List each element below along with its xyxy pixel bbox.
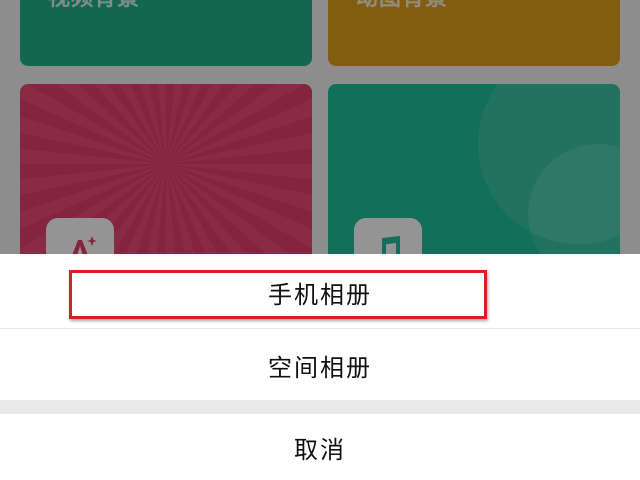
action-sheet: 手机相册 空间相册 取消	[0, 254, 640, 480]
space-album-label: 空间相册	[268, 353, 372, 382]
sheet-separator	[0, 400, 640, 414]
phone-album-option[interactable]: 手机相册	[0, 256, 640, 328]
cancel-label: 取消	[294, 435, 346, 464]
phone-album-label: 手机相册	[268, 280, 372, 309]
space-album-option[interactable]: 空间相册	[0, 328, 640, 401]
cancel-button[interactable]: 取消	[0, 414, 640, 480]
screen: 视频背景 动图背景 手机相册 空间相册 取消	[0, 0, 640, 480]
